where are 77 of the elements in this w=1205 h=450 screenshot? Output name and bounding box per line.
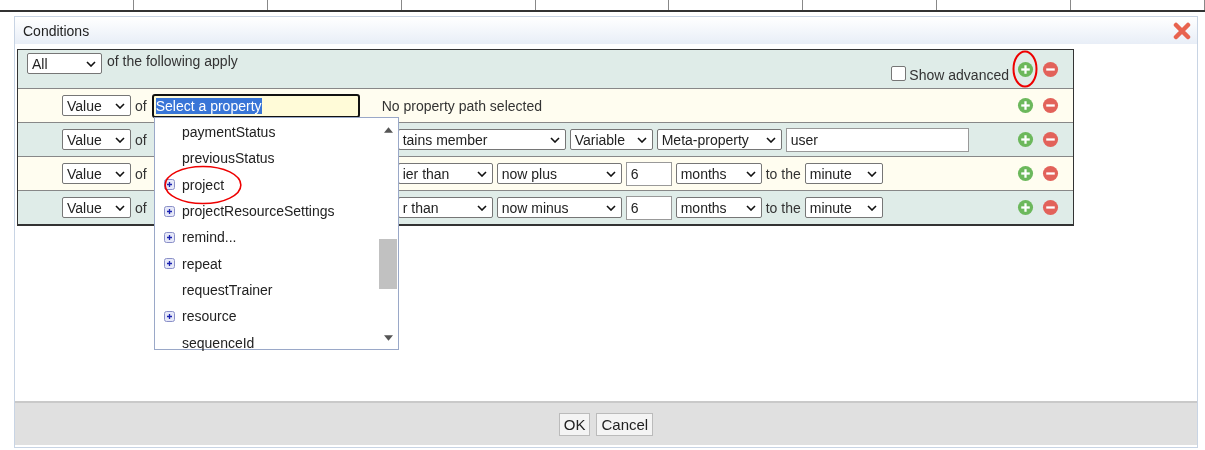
caret-icon bbox=[745, 204, 756, 211]
caret-icon bbox=[115, 136, 125, 143]
label: to the bbox=[765, 165, 801, 182]
caret-icon bbox=[636, 136, 647, 143]
expand-icon[interactable] bbox=[164, 310, 175, 322]
dropdown-select[interactable]: Value bbox=[62, 95, 131, 116]
label: of bbox=[135, 165, 147, 182]
dropdown-select[interactable]: minute bbox=[804, 197, 883, 218]
dropdown-select[interactable]: Value bbox=[62, 129, 131, 150]
dropdown-select[interactable]: months bbox=[675, 197, 762, 218]
caret-icon bbox=[605, 170, 616, 177]
status-text: No property path selected bbox=[381, 97, 542, 114]
input-field[interactable]: user bbox=[785, 127, 969, 152]
list-item[interactable]: repeat bbox=[155, 250, 378, 277]
caret-icon bbox=[745, 170, 756, 177]
add-icon[interactable] bbox=[1017, 60, 1034, 78]
label: of the following apply bbox=[107, 53, 238, 69]
input-field[interactable]: 6 bbox=[625, 161, 672, 186]
property-field[interactable]: Select a property bbox=[151, 93, 360, 118]
list-item[interactable]: projectResourceSettings bbox=[155, 197, 378, 225]
list-item[interactable]: remind... bbox=[155, 224, 378, 251]
dialog-button[interactable]: OK bbox=[558, 412, 591, 436]
input-field[interactable]: 6 bbox=[625, 195, 672, 220]
list-item[interactable]: sequenceId bbox=[155, 329, 378, 356]
label: to the bbox=[765, 199, 801, 216]
caret-icon bbox=[476, 204, 487, 211]
dropdown-select[interactable]: Value bbox=[62, 163, 131, 184]
close-icon[interactable] bbox=[1173, 21, 1191, 40]
caret-icon bbox=[765, 136, 776, 143]
dropdown-select[interactable]: Variable bbox=[569, 129, 653, 150]
caret-icon bbox=[86, 60, 96, 67]
remove-icon[interactable] bbox=[1042, 97, 1059, 114]
remove-icon[interactable] bbox=[1042, 199, 1059, 216]
scroll-down-icon[interactable] bbox=[383, 335, 393, 341]
add-icon[interactable] bbox=[1017, 165, 1034, 182]
caret-icon bbox=[476, 170, 487, 177]
add-icon[interactable] bbox=[1017, 97, 1034, 114]
caret-icon bbox=[605, 204, 616, 211]
dropdown-select[interactable]: Meta-property bbox=[656, 129, 782, 150]
expand-icon[interactable] bbox=[164, 205, 175, 217]
dropdown-select[interactable]: tains member bbox=[397, 129, 566, 150]
label: of bbox=[135, 199, 147, 216]
dropdown-select[interactable]: now minus bbox=[496, 197, 622, 218]
dropdown-select[interactable]: months bbox=[675, 163, 762, 184]
dropdown-select[interactable]: now plus bbox=[496, 163, 622, 184]
remove-icon[interactable] bbox=[1042, 131, 1059, 148]
checkbox[interactable] bbox=[891, 66, 907, 81]
dropdown-select[interactable]: ier than bbox=[397, 163, 493, 184]
caret-icon bbox=[549, 136, 560, 143]
expand-icon[interactable] bbox=[164, 179, 175, 191]
dropdown-select[interactable]: All bbox=[27, 53, 102, 74]
scrollbar-thumb[interactable] bbox=[379, 239, 397, 289]
caret-icon bbox=[115, 102, 125, 109]
list-item[interactable]: resource bbox=[155, 303, 378, 330]
remove-icon[interactable] bbox=[1042, 165, 1059, 182]
list-item[interactable]: previousStatus bbox=[155, 145, 378, 172]
window-title: Conditions bbox=[23, 22, 90, 39]
expand-icon[interactable] bbox=[164, 231, 175, 243]
dropdown-select[interactable]: minute bbox=[804, 163, 883, 184]
expand-icon[interactable] bbox=[164, 258, 175, 270]
checkbox-label[interactable]: Show advanced bbox=[909, 67, 1009, 83]
dialog-button[interactable]: Cancel bbox=[596, 412, 654, 436]
caret-icon bbox=[866, 204, 877, 211]
label: of bbox=[135, 97, 147, 114]
add-icon[interactable] bbox=[1017, 199, 1034, 216]
scroll-up-icon[interactable] bbox=[383, 127, 393, 133]
remove-icon[interactable] bbox=[1042, 60, 1059, 78]
dropdown-select[interactable]: Value bbox=[62, 197, 131, 218]
list-item[interactable]: paymentStatus bbox=[155, 119, 378, 146]
caret-icon bbox=[866, 170, 877, 177]
list-item[interactable]: requestTrainer bbox=[155, 276, 378, 304]
list-item[interactable]: project bbox=[155, 171, 378, 198]
label: of bbox=[135, 131, 147, 148]
caret-icon bbox=[115, 204, 125, 211]
dropdown-select[interactable]: r than bbox=[397, 197, 493, 218]
add-icon[interactable] bbox=[1017, 131, 1034, 148]
caret-icon bbox=[115, 170, 125, 177]
